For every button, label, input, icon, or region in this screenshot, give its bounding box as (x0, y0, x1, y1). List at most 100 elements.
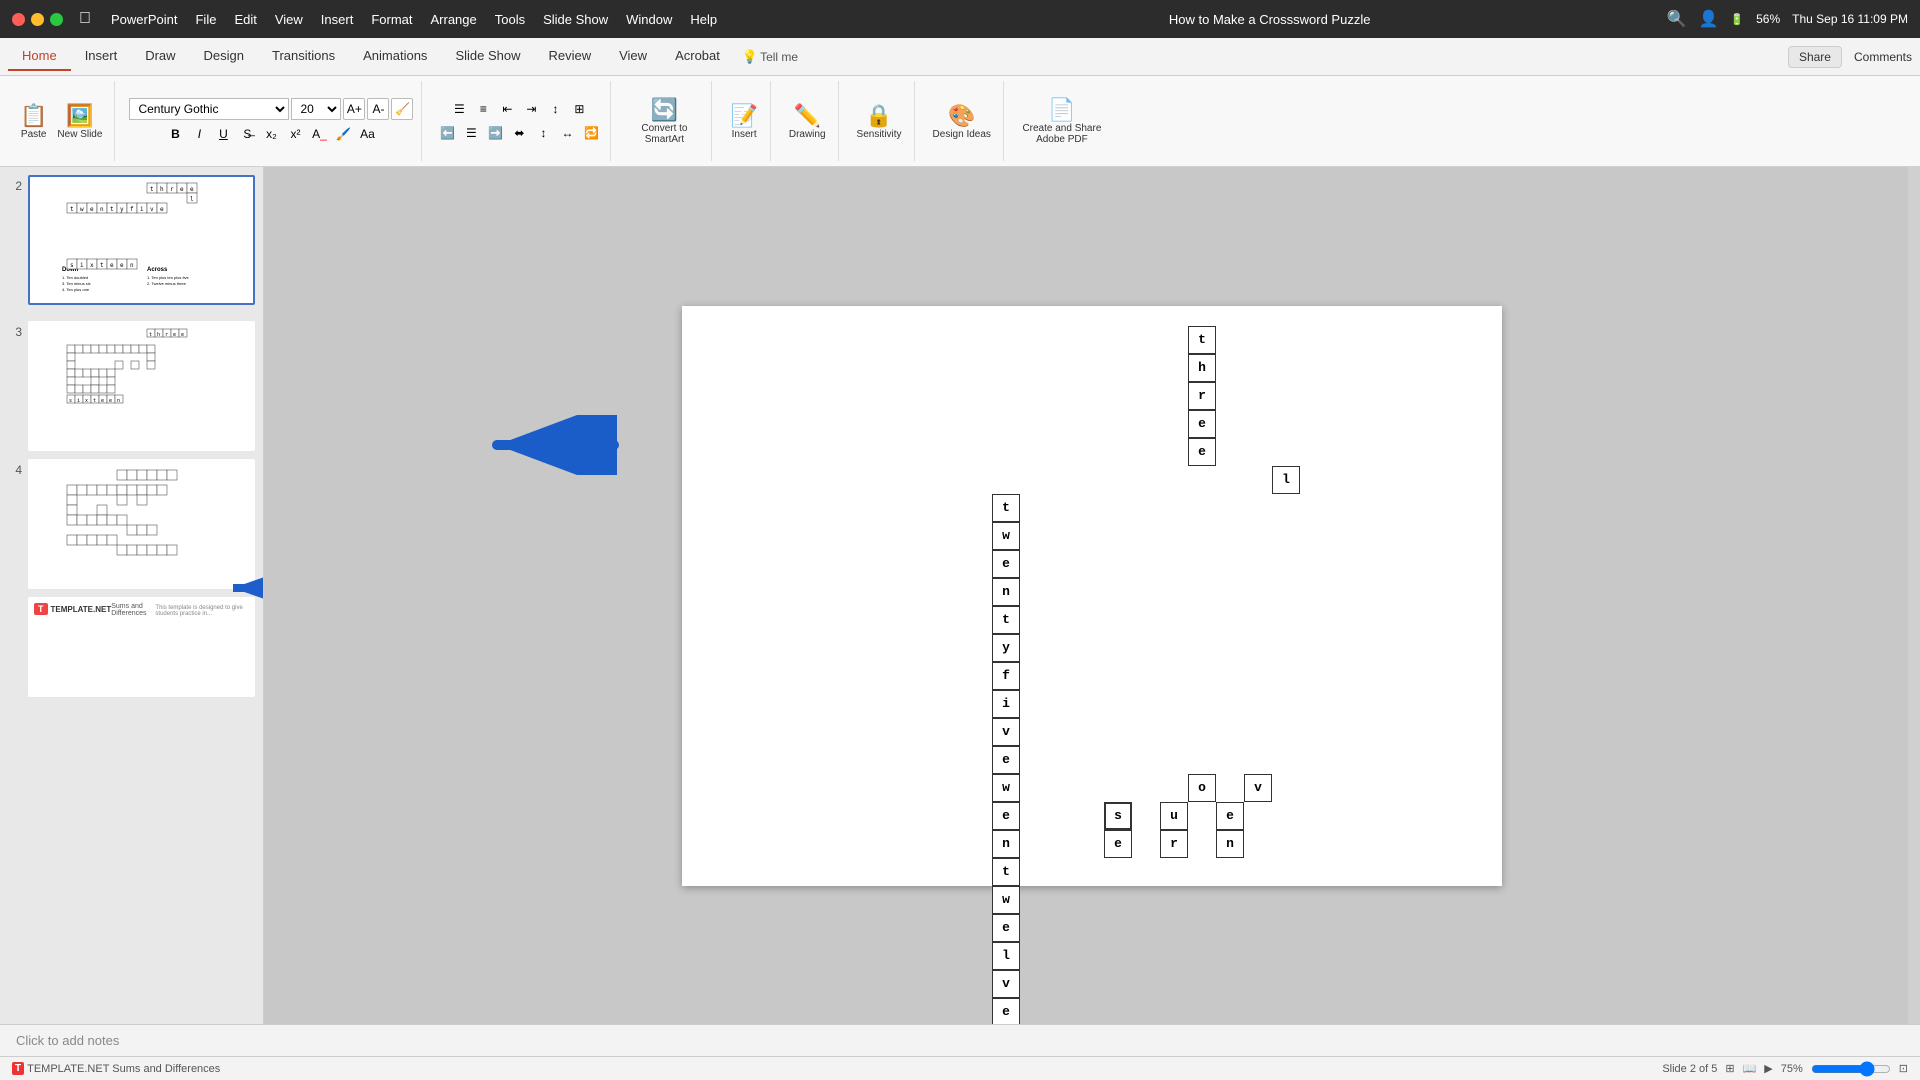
paste-button[interactable]: 📋 Paste (16, 101, 51, 142)
decrease-indent-button[interactable]: ⇤ (496, 99, 518, 119)
smartart-button[interactable]: 🔁 (580, 123, 602, 143)
align-center-button[interactable]: ☰ (460, 123, 482, 143)
menu-view[interactable]: View (275, 12, 303, 27)
drawing-button[interactable]: ✏️ Drawing (785, 101, 830, 142)
menu-powerpoint[interactable]: PowerPoint (111, 12, 177, 27)
strikethrough-button[interactable]: S̶ (236, 124, 258, 144)
view-normal-icon[interactable]: ⊞ (1725, 1062, 1734, 1075)
share-button[interactable]: Share (1788, 46, 1842, 68)
grid-row-5: e s u e (964, 802, 1300, 830)
numbered-list-button[interactable]: ≡ (472, 99, 494, 119)
align-left-button[interactable]: ⬅️ (436, 123, 458, 143)
svg-text:y: y (120, 206, 124, 213)
tab-transitions[interactable]: Transitions (258, 42, 349, 71)
underline-button[interactable]: U (212, 124, 234, 144)
line-spacing-button[interactable]: ↕ (544, 99, 566, 119)
cell-r1-c12: e (1188, 438, 1216, 466)
slide-info: Slide 2 of 5 (1662, 1063, 1717, 1075)
increase-indent-button[interactable]: ⇥ (520, 99, 542, 119)
decrease-font-button[interactable]: A- (367, 98, 389, 120)
cell-r6-c5: e (1104, 830, 1132, 858)
menu-file[interactable]: File (195, 12, 216, 27)
cell-r5-c5: s (1104, 802, 1132, 830)
clear-format-button[interactable]: 🧹 (391, 98, 413, 120)
font-size-selector[interactable]: 20 (291, 98, 341, 120)
account-icon[interactable]: 👤 (1698, 9, 1718, 29)
menu-tools[interactable]: Tools (495, 12, 525, 27)
increase-font-button[interactable]: A+ (343, 98, 365, 120)
svg-text:e: e (90, 206, 94, 213)
crossword-area: t h r e e (884, 326, 1300, 1025)
cell-r7-c6: e (992, 998, 1020, 1025)
highlight-button[interactable]: 🖌️ (332, 124, 354, 144)
close-button[interactable] (12, 13, 25, 26)
grid-row-2: l (964, 466, 1300, 494)
slide-4-thumbnail[interactable] (28, 459, 255, 589)
convert-smartart-button[interactable]: 🔄 Convert to SmartArt (625, 95, 703, 147)
tab-view[interactable]: View (605, 42, 661, 71)
superscript-button[interactable]: x² (284, 124, 306, 144)
slide-canvas[interactable]: t h r e e (682, 306, 1502, 886)
maximize-button[interactable] (50, 13, 63, 26)
slide-2-preview: t h r e e l t (57, 181, 227, 299)
text-direction-button[interactable]: ↕ (532, 123, 554, 143)
minimize-button[interactable] (31, 13, 44, 26)
menu-help[interactable]: Help (690, 12, 717, 27)
font-color-button[interactable]: A_ (308, 124, 330, 144)
justify-button[interactable]: ⬌ (508, 123, 530, 143)
menu-slideshow[interactable]: Slide Show (543, 12, 608, 27)
tab-home[interactable]: Home (8, 42, 71, 71)
slide-5-thumbnail[interactable]: T TEMPLATE.NET Sums and Differences This… (28, 597, 255, 697)
svg-text:t: t (110, 206, 114, 213)
view-reading-icon[interactable]: 📖 (1743, 1062, 1757, 1075)
menu-window[interactable]: Window (626, 12, 672, 27)
tell-me-input[interactable]: Tell me (760, 50, 798, 64)
tab-design[interactable]: Design (190, 42, 258, 71)
bullet-list-button[interactable]: ☰ (448, 99, 470, 119)
svg-text:t: t (70, 206, 74, 213)
slide-4-preview (57, 465, 227, 583)
vertical-scrollbar[interactable] (1908, 167, 1920, 1024)
grid-row-3: t w e n t y f i v e (964, 494, 1300, 774)
tab-acrobat[interactable]: Acrobat (661, 42, 734, 71)
cell-r7-c4: l (992, 942, 1020, 970)
slide-2-thumbnail[interactable]: t h r e e l t (28, 175, 255, 305)
zoom-fit-icon[interactable]: ⊡ (1899, 1062, 1908, 1075)
menu-format[interactable]: Format (371, 12, 412, 27)
view-slideshow-icon[interactable]: ▶ (1764, 1062, 1772, 1075)
new-slide-button[interactable]: 🖼️ New Slide (53, 101, 106, 142)
new-slide-icon: 🖼️ (66, 103, 93, 129)
tell-me-icon[interactable]: 💡 (742, 49, 758, 65)
tab-review[interactable]: Review (534, 42, 605, 71)
template-watermark: T TEMPLATE.NET Sums and Differences (12, 1062, 220, 1075)
tab-animations[interactable]: Animations (349, 42, 441, 71)
svg-text:4. Ten plus one: 4. Ten plus one (62, 287, 90, 292)
design-ideas-button[interactable]: 🎨 Design Ideas (929, 101, 995, 142)
menu-bar: PowerPoint File Edit View Insert Format … (111, 12, 873, 27)
slide-3-container: 3 t h r e e (8, 321, 255, 451)
comments-button[interactable]: Comments (1854, 50, 1912, 64)
zoom-slider[interactable] (1811, 1061, 1891, 1077)
slide-3-thumbnail[interactable]: t h r e e (28, 321, 255, 451)
search-icon[interactable]: 🔍 (1667, 9, 1687, 29)
font-family-selector[interactable]: Century Gothic (129, 98, 289, 120)
menu-arrange[interactable]: Arrange (430, 12, 476, 27)
notes-bar[interactable]: Click to add notes (0, 1024, 1920, 1056)
align-right-button[interactable]: ➡️ (484, 123, 506, 143)
tab-draw[interactable]: Draw (131, 42, 189, 71)
align-text-button[interactable]: ↔ (556, 123, 578, 143)
tab-slideshow[interactable]: Slide Show (441, 42, 534, 71)
create-pdf-button[interactable]: 📄 Create and Share Adobe PDF (1018, 95, 1106, 147)
italic-button[interactable]: I (188, 124, 210, 144)
subscript-button[interactable]: x₂ (260, 124, 282, 144)
menu-edit[interactable]: Edit (234, 12, 256, 27)
columns-button[interactable]: ⊞ (568, 99, 590, 119)
case-button[interactable]: Aa (356, 124, 378, 144)
sensitivity-icon: 🔒 (865, 103, 892, 129)
menu-insert[interactable]: Insert (321, 12, 354, 27)
insert-button[interactable]: 📝 Insert (726, 101, 761, 142)
tab-insert[interactable]: Insert (71, 42, 132, 71)
slide-4-number: 4 (8, 463, 22, 477)
bold-button[interactable]: B (164, 124, 186, 144)
sensitivity-button[interactable]: 🔒 Sensitivity (853, 101, 906, 142)
